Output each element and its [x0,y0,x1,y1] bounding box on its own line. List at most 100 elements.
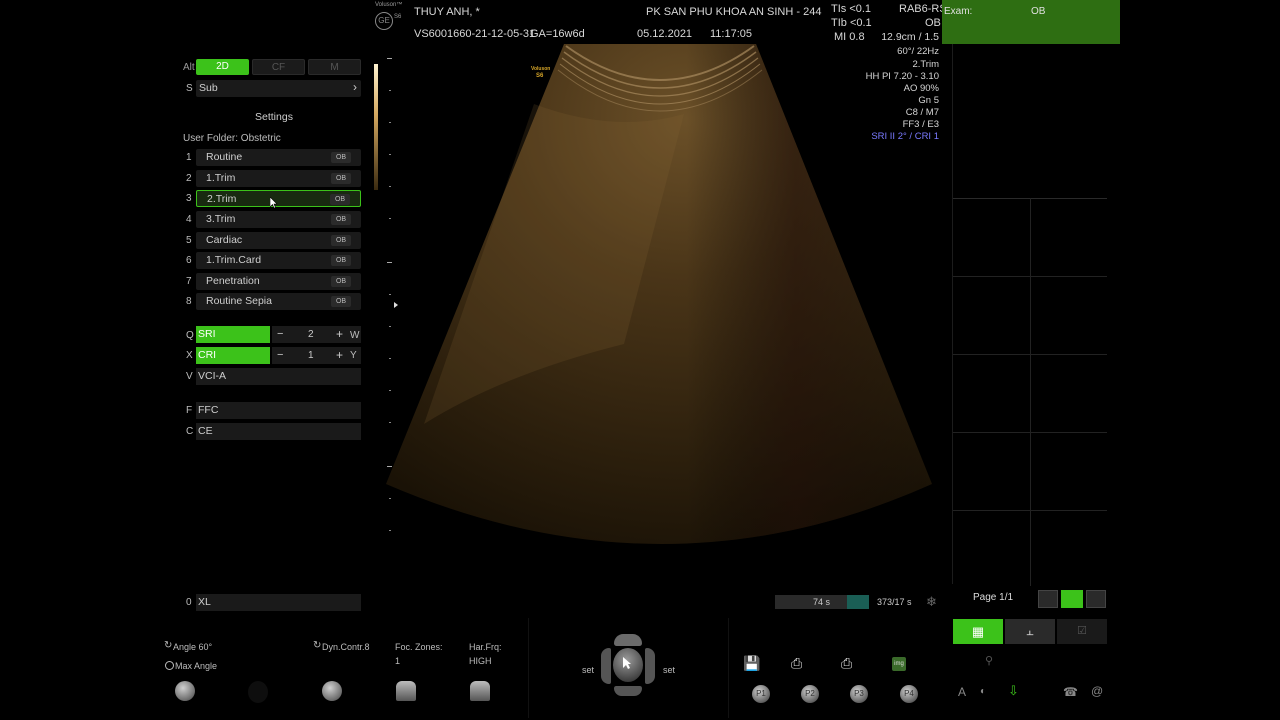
focus-marker-icon[interactable] [394,302,398,308]
image-logo-model: S6 [536,73,544,79]
cri-minus-button[interactable]: − [277,349,283,361]
exam-panel[interactable]: Exam: OB [942,0,1120,44]
preset-num-4: 4 [186,214,192,225]
cri-toggle[interactable]: CRI [196,347,270,364]
preset-num-1: 1 [186,152,192,163]
grid-view-button[interactable]: ▦ [953,619,1003,644]
mode-cf-button[interactable]: CF [252,59,305,75]
exam-label: Exam: [944,6,973,17]
ffc-button[interactable]: FFC [196,402,361,419]
report-view-button[interactable]: ☑ [1057,619,1107,644]
preset-tag: OB [331,152,351,163]
alt-key: Alt [183,62,195,73]
mode-m-button[interactable]: M [308,59,361,75]
sri-plus-button[interactable]: + [336,327,343,341]
radio-icon[interactable] [165,661,174,670]
preset-tag: OB [331,173,351,184]
layout-1x1-button[interactable] [1038,590,1058,608]
print-icon[interactable]: ⎙ [791,655,802,672]
preset-tag: OB [331,296,351,307]
mouse-cursor-icon [270,197,278,209]
p2-button[interactable]: P2 [801,685,819,703]
foc-zones-value: 1 [395,656,401,666]
preset-routine[interactable]: Routine OB [196,149,361,166]
preset-3trim[interactable]: 3.Trim OB [196,211,361,228]
freeze-icon[interactable]: ❄ [926,594,937,610]
exam-value: OB [1031,6,1046,17]
preset-1trim-card[interactable]: 1.Trim.Card OB [196,252,361,269]
exam-time: 11:17:05 [710,28,753,40]
sub-menu-row[interactable]: Sub › [196,80,361,97]
preset-num-8: 8 [186,296,192,307]
preset-2trim[interactable]: 2.Trim OB [196,190,361,207]
p3-button[interactable]: P3 [850,685,868,703]
cine-progress-bar[interactable]: 74 s [775,595,869,609]
preset-cardiac[interactable]: Cardiac OB [196,232,361,249]
depth-param: 12.9cm / 1.5 [881,31,939,43]
preset-label: 3.Trim [206,213,236,225]
dyn-contr-knob[interactable] [322,681,342,701]
phone-icon[interactable]: ☎ [1063,685,1078,699]
sri-toggle[interactable]: SRI [196,326,270,343]
angle-control-label: Angle 60° [173,642,213,652]
page-indicator: Page 1/1 [973,592,1014,603]
gain-param: Gn 5 [918,95,939,106]
empty-knob[interactable] [248,681,268,703]
preset-label: 1.Trim.Card [206,254,262,266]
sri-minus-button[interactable]: − [277,328,283,340]
preset-routine-sepia[interactable]: Routine Sepia OB [196,293,361,310]
cri-value: 1 [308,350,314,361]
sub-key: S [186,83,193,94]
dvd-icon[interactable]: ◐ [980,686,986,697]
network-icon[interactable]: ⇩ [1008,683,1019,699]
ultrasound-image[interactable] [384,44,944,574]
p1-button[interactable]: P1 [752,685,770,703]
preset-label: Routine [206,151,243,163]
print-color-icon[interactable]: ⎙ [841,655,852,672]
preset-num-7: 7 [186,276,192,287]
sri-label: SRI [198,328,216,340]
rotate-icon: ↻ [164,640,173,651]
preset-1trim[interactable]: 1.Trim OB [196,170,361,187]
bottom-divider [528,618,529,718]
save-disk-icon[interactable]: 💾 [743,655,760,672]
preset-label: Routine Sepia [206,295,272,307]
angle-param: 60°/ 22Hz [897,46,939,57]
preset-tag: OB [331,214,351,225]
cri-key2: Y [350,350,357,361]
tib-value: TIb <0.1 [831,17,872,29]
layout-3x3-button[interactable] [1086,590,1106,608]
layout-2x2-button[interactable] [1061,590,1083,608]
preset-label: Penetration [206,275,260,287]
chart-view-button[interactable]: ⫠ [1005,619,1055,644]
cri-label: CRI [198,349,217,361]
annotation-icon[interactable]: A [958,685,966,699]
p4-button[interactable]: P4 [900,685,918,703]
preset-penetration[interactable]: Penetration OB [196,273,361,290]
cri-stepper[interactable]: − 1 + [272,347,361,364]
settings-title: Settings [255,111,293,123]
vci-a-button[interactable]: VCI-A [196,368,361,385]
mode-2d-button[interactable]: 2D [196,59,249,75]
bottom-divider [728,618,729,718]
cine-duration: 74 s [813,597,831,607]
xl-label: XL [198,596,211,608]
foc-zones-button[interactable] [396,681,416,701]
image-store-icon[interactable]: img [892,657,906,671]
patient-name: THUY ANH, * [414,6,480,18]
ce-button[interactable]: CE [196,423,361,440]
email-icon[interactable]: @ [1091,684,1103,698]
xl-button[interactable]: XL [196,594,361,611]
angle-knob[interactable] [175,681,195,701]
xl-key: 0 [186,597,192,608]
exam-id: VS6001660-21-12-05-31 [414,28,536,40]
image-logo: Voluson [531,66,551,72]
har-frq-button[interactable] [470,681,490,701]
sri-stepper[interactable]: − 2 + [272,326,361,343]
preset-tag: OB [331,235,351,246]
map-param: C8 / M7 [905,107,939,118]
mi-value: MI 0.8 [834,31,865,43]
harmonic-param: HH PI 7.20 - 3.10 [865,71,939,82]
microphone-icon: ⚲ [985,655,994,667]
cri-plus-button[interactable]: + [336,348,343,362]
